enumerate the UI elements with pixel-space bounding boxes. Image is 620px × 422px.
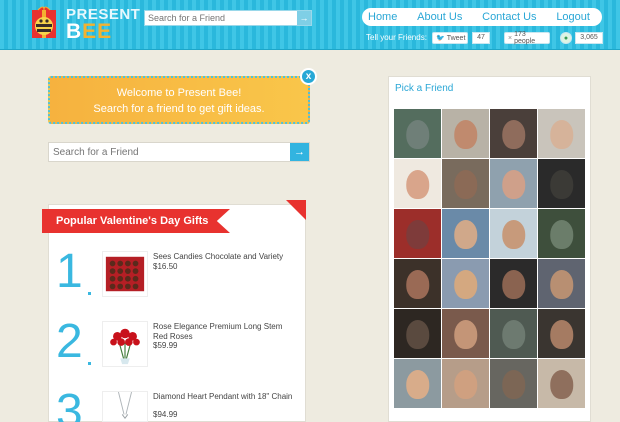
friend-photo[interactable] (442, 109, 489, 158)
gifts-panel (48, 204, 306, 422)
friend-photo[interactable] (442, 259, 489, 308)
friend-photo[interactable] (490, 109, 537, 158)
close-welcome-button[interactable]: x (300, 68, 317, 85)
friend-photo[interactable] (394, 259, 441, 308)
pick-friend-title: Pick a Friend (395, 83, 454, 94)
friend-face-icon (405, 119, 430, 150)
friend-photo[interactable] (538, 209, 585, 258)
friend-face-icon (405, 319, 430, 350)
friend-photo[interactable] (538, 259, 585, 308)
friend-photo[interactable] (538, 309, 585, 358)
nav-home[interactable]: Home (368, 11, 397, 23)
friend-photo[interactable] (442, 309, 489, 358)
logo-line2-b: B (66, 20, 83, 43)
main-search: → (48, 142, 310, 162)
bee-logo-icon[interactable] (26, 6, 62, 42)
welcome-line2: Search for a friend to get gift ideas. (93, 103, 265, 115)
gift-price-1: $16.50 (153, 262, 178, 271)
logo-wordmark[interactable]: PRESENT BEE (66, 7, 140, 42)
friend-face-icon (549, 119, 574, 150)
nav-about-us[interactable]: About Us (417, 11, 462, 23)
close-small-icon: × (508, 34, 513, 42)
tell-friends-label: Tell your Friends: (366, 33, 427, 42)
friend-photo[interactable] (538, 359, 585, 408)
friend-face-icon (501, 269, 526, 300)
friend-face-icon (501, 169, 526, 200)
tweet-button[interactable]: 🐦 Tweet (432, 32, 468, 44)
friend-photo[interactable] (394, 209, 441, 258)
gift-rank-3: 3 (56, 385, 83, 422)
gift-rank-2: 2 (56, 315, 83, 368)
gifts-title-ribbon: Popular Valentine's Day Gifts (42, 209, 230, 233)
logo-line2: BEE (66, 21, 140, 42)
friend-photo[interactable] (442, 159, 489, 208)
friend-face-icon (405, 219, 430, 250)
gift-title-3[interactable]: Diamond Heart Pendant with 18" Chain (153, 392, 293, 402)
main-search-button[interactable]: → (290, 143, 309, 161)
red-roses-image[interactable] (102, 321, 148, 367)
gift-price-2: $59.99 (153, 341, 178, 350)
gift-rank-dot (88, 362, 91, 365)
friend-photo[interactable] (394, 309, 441, 358)
digg-count: 3,065 (575, 32, 603, 44)
header-search: → (144, 10, 312, 26)
friend-photo[interactable] (490, 209, 537, 258)
friend-face-icon (501, 319, 526, 350)
tweet-label: Tweet (446, 34, 466, 42)
gift-rank-dot (88, 292, 91, 295)
friend-face-icon (549, 319, 574, 350)
facebook-like-button[interactable]: × 173 people (504, 31, 550, 45)
friend-face-icon (549, 369, 574, 400)
twitter-bird-icon: 🐦 (436, 35, 445, 42)
tweet-count: 47 (472, 32, 490, 44)
header-search-button[interactable]: → (297, 11, 311, 25)
friend-photo[interactable] (442, 359, 489, 408)
friend-photo[interactable] (490, 359, 537, 408)
friend-face-icon (405, 269, 430, 300)
gift-rank-1: 1 (56, 245, 83, 298)
gift-price-3: $94.99 (153, 410, 178, 419)
friend-photo[interactable] (442, 209, 489, 258)
friend-face-icon (453, 119, 478, 150)
heart-pendant-image[interactable] (102, 391, 148, 422)
digg-icon[interactable]: ● (560, 32, 572, 44)
gift-title-1[interactable]: Sees Candies Chocolate and Variety (153, 252, 293, 262)
header-search-input[interactable] (145, 11, 297, 25)
friend-photo[interactable] (394, 109, 441, 158)
friend-face-icon (453, 169, 478, 200)
friend-face-icon (405, 369, 430, 400)
logo-line2-ee: EE (82, 20, 113, 43)
welcome-line1: Welcome to Present Bee! (116, 87, 242, 99)
top-header: PRESENT BEE → Home About Us Contact Us L… (0, 0, 620, 50)
friend-face-icon (501, 119, 526, 150)
friend-face-icon (453, 219, 478, 250)
friend-photo[interactable] (490, 259, 537, 308)
friend-face-icon (501, 369, 526, 400)
nav-contact-us[interactable]: Contact Us (482, 11, 536, 23)
friend-face-icon (549, 219, 574, 250)
friend-photo[interactable] (394, 359, 441, 408)
chocolate-box-image[interactable] (102, 251, 148, 297)
friend-face-icon (405, 169, 430, 200)
friend-photo[interactable] (394, 159, 441, 208)
friend-photo[interactable] (490, 309, 537, 358)
facebook-like-count: 173 people (514, 31, 536, 45)
friend-face-icon (453, 269, 478, 300)
friend-photo[interactable] (490, 159, 537, 208)
welcome-banner: Welcome to Present Bee! Search for a fri… (48, 76, 310, 124)
friend-face-icon (549, 269, 574, 300)
gift-title-2[interactable]: Rose Elegance Premium Long Stem Red Rose… (153, 322, 293, 342)
friend-face-icon (501, 219, 526, 250)
nav-logout[interactable]: Logout (556, 11, 590, 23)
friend-face-icon (549, 169, 574, 200)
friend-photo[interactable] (538, 159, 585, 208)
friend-face-icon (453, 369, 478, 400)
friend-photo[interactable] (538, 109, 585, 158)
main-nav: Home About Us Contact Us Logout (362, 8, 602, 26)
friend-face-icon (453, 319, 478, 350)
friend-photo-grid (394, 109, 586, 408)
main-search-input[interactable] (49, 143, 290, 161)
digg-glyph-icon: ● (563, 34, 569, 42)
